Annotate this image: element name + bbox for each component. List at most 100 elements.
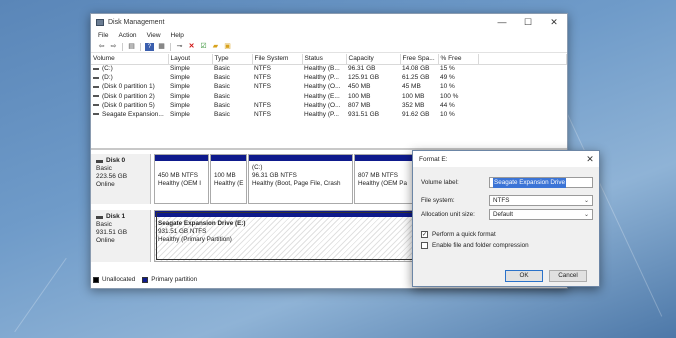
legend-unallocated: Unallocated xyxy=(102,276,136,283)
table-row[interactable]: (Disk 0 partition 2) Simple Basic Health… xyxy=(91,92,567,101)
volume-free-space: 91.62 GB xyxy=(402,111,430,119)
volume-free-space: 352 MB xyxy=(402,101,425,109)
menu-view[interactable]: View xyxy=(147,32,161,39)
volume-status: Healthy (E... xyxy=(304,92,340,100)
quick-format-checkbox[interactable]: ✓ xyxy=(421,231,428,238)
check-icon[interactable]: ☑ xyxy=(199,43,208,51)
volume-icon xyxy=(93,104,99,107)
volume-type: Basic xyxy=(214,92,230,100)
volume-icon xyxy=(93,67,99,70)
disk-1-label[interactable]: Disk 1 Basic 931.51 GB Online xyxy=(91,210,151,262)
file-system-label: File system: xyxy=(421,197,455,204)
legend-primary-partition: Primary partition xyxy=(151,276,198,283)
toolbar-separator xyxy=(140,42,141,51)
disk-size: 223.56 GB xyxy=(96,173,128,180)
ok-button[interactable]: OK xyxy=(505,270,543,282)
disk-name: Disk 0 xyxy=(106,157,126,164)
table-row[interactable]: (D:) Simple Basic NTFS Healthy (P... 125… xyxy=(91,73,567,82)
column-header-capacity[interactable]: Capacity xyxy=(346,54,401,65)
cancel-button[interactable]: Cancel xyxy=(549,270,587,282)
properties-icon[interactable]: ▦ xyxy=(157,43,166,51)
volume-percent-free: 44 % xyxy=(440,101,455,109)
file-system-value: NTFS xyxy=(493,196,510,204)
volume-name: Seagate Expansion... xyxy=(102,111,164,119)
file-system-select[interactable]: NTFS ⌄ xyxy=(489,195,593,206)
toolbar-separator xyxy=(170,42,171,51)
partition-block[interactable]: 450 MB NTFS Healthy (OEM I xyxy=(154,154,209,204)
open-folder-icon[interactable]: ▰ xyxy=(211,43,220,51)
column-header-volume[interactable]: Volume xyxy=(91,54,169,65)
quick-format-label: Perform a quick format xyxy=(432,231,496,238)
volume-type: Basic xyxy=(214,111,230,119)
partition-block[interactable]: 807 MB NTFS Healthy (OEM Pa xyxy=(354,154,414,204)
volume-layout: Simple xyxy=(170,92,190,100)
volume-status: Healthy (B... xyxy=(304,65,340,73)
partition-title xyxy=(214,164,243,172)
list-view-icon[interactable]: ▤ xyxy=(127,43,136,51)
forward-icon[interactable]: ⇨ xyxy=(109,43,118,51)
volume-capacity: 125.91 GB xyxy=(348,74,380,82)
allocation-unit-select[interactable]: Default ⌄ xyxy=(489,209,593,220)
volume-status: Healthy (O... xyxy=(304,83,341,91)
back-icon[interactable]: ⇦ xyxy=(97,43,106,51)
volume-percent-free: 10 % xyxy=(440,111,455,119)
partition-title xyxy=(358,164,410,172)
dialog-close-button[interactable]: ✕ xyxy=(581,154,599,165)
partition-block[interactable]: 100 MB Healthy (E xyxy=(210,154,247,204)
table-row[interactable]: (Disk 0 partition 1) Simple Basic NTFS H… xyxy=(91,82,567,91)
menu-action[interactable]: Action xyxy=(118,32,136,39)
help-icon[interactable]: ? xyxy=(145,42,154,51)
volume-layout: Simple xyxy=(170,83,190,91)
volume-layout: Simple xyxy=(170,101,190,109)
allocation-unit-label: Allocation unit size: xyxy=(421,211,475,218)
maximize-button[interactable]: ☐ xyxy=(515,14,541,30)
column-header-free-space[interactable]: Free Spa... xyxy=(400,54,439,65)
compression-checkbox[interactable] xyxy=(421,242,428,249)
delete-icon[interactable]: ✕ xyxy=(187,43,196,51)
partition-status: Healthy (Boot, Page File, Crash xyxy=(252,180,341,187)
table-row[interactable]: Seagate Expansion... Simple Basic NTFS H… xyxy=(91,110,567,119)
volume-layout: Simple xyxy=(170,65,190,73)
volume-file-system: NTFS xyxy=(254,101,271,109)
close-button[interactable]: ✕ xyxy=(541,14,567,30)
volume-capacity: 450 MB xyxy=(348,83,371,91)
volume-status: Healthy (P... xyxy=(304,111,339,119)
volume-name: (Disk 0 partition 1) xyxy=(102,83,155,91)
toolbar: ⇦ ⇨ ▤ ? ▦ ⊸ ✕ ☑ ▰ ▣ xyxy=(91,41,567,53)
allocation-unit-value: Default xyxy=(493,210,513,218)
disk-icon xyxy=(96,215,103,219)
column-header-file-system[interactable]: File System xyxy=(252,54,303,65)
table-row[interactable]: (Disk 0 partition 5) Simple Basic NTFS H… xyxy=(91,101,567,110)
disk-type: Basic xyxy=(96,165,112,172)
volume-percent-free: 49 % xyxy=(440,74,455,82)
column-header-percent-free[interactable]: % Free xyxy=(438,54,479,65)
volume-label-input[interactable]: Seagate Expansion Drive xyxy=(489,177,593,188)
column-header-layout[interactable]: Layout xyxy=(168,54,213,65)
volume-file-system xyxy=(252,92,302,101)
compression-label: Enable file and folder compression xyxy=(432,242,529,249)
disk-0-label[interactable]: Disk 0 Basic 223.56 GB Online xyxy=(91,154,151,204)
table-row[interactable]: (C:) Simple Basic NTFS Healthy (B... 96.… xyxy=(91,64,567,73)
volume-type: Basic xyxy=(214,83,230,91)
menu-help[interactable]: Help xyxy=(171,32,184,39)
partition-title: (C:) xyxy=(252,164,263,171)
volume-icon xyxy=(93,76,99,79)
volume-icon xyxy=(93,85,99,88)
partition-status: Healthy (OEM Pa xyxy=(358,180,407,187)
column-header-type[interactable]: Type xyxy=(212,54,253,65)
properties-sheet-icon[interactable]: ▣ xyxy=(223,43,232,51)
volume-layout: Simple xyxy=(170,74,190,82)
volume-type: Basic xyxy=(214,74,230,82)
volume-name: (Disk 0 partition 2) xyxy=(102,92,155,100)
volume-free-space: 100 MB xyxy=(402,92,425,100)
wallpaper-line xyxy=(14,257,67,333)
partition-block[interactable]: (C:) 96.31 GB NTFS Healthy (Boot, Page F… xyxy=(248,154,353,204)
column-header-status[interactable]: Status xyxy=(302,54,347,65)
volume-capacity: 931.51 GB xyxy=(348,111,380,119)
menu-file[interactable]: File xyxy=(98,32,108,39)
compression-checkbox-row: Enable file and folder compression xyxy=(421,242,529,249)
minimize-button[interactable]: — xyxy=(489,14,515,30)
format-dialog-title-bar: Format E: ✕ xyxy=(413,151,599,167)
connect-icon[interactable]: ⊸ xyxy=(175,43,184,51)
title-bar: Disk Management — ☐ ✕ xyxy=(91,14,567,30)
